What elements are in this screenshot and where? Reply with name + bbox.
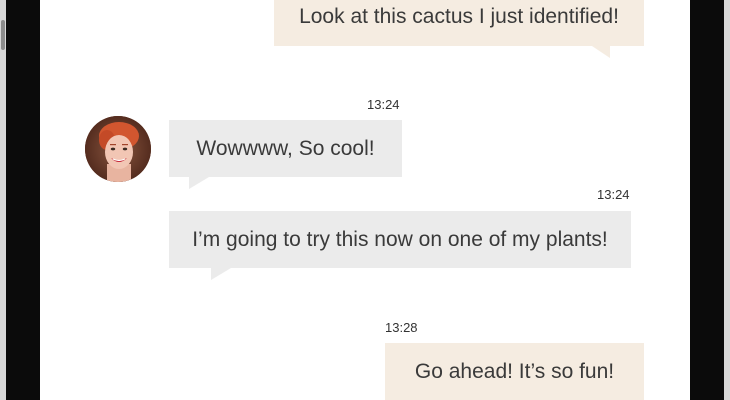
message-bubble-outgoing: Go ahead! It’s so fun! (385, 343, 644, 400)
avatar-photo-icon (85, 116, 151, 182)
message-text: I’m going to try this now on one of my p… (192, 227, 608, 251)
chat-screen (40, 0, 690, 400)
message-text: Go ahead! It’s so fun! (414, 359, 615, 383)
bubble-tail-incoming (211, 268, 231, 280)
phone-bezel-right (690, 0, 724, 400)
message-timestamp: 13:24 (367, 97, 400, 112)
message-bubble-outgoing: Look at this cactus I just identified! (274, 0, 644, 46)
message-text: Wowwww, So cool! (196, 136, 375, 160)
phone-bezel-left (6, 0, 40, 400)
bubble-tail-incoming (189, 177, 209, 189)
message-bubble-incoming: Wowwww, So cool! (169, 120, 402, 177)
message-text: Look at this cactus I just identified! (299, 5, 619, 28)
message-timestamp: 13:24 (597, 187, 630, 202)
phone-side-button (1, 20, 5, 50)
message-bubble-incoming: I’m going to try this now on one of my p… (169, 211, 631, 268)
message-timestamp: 13:28 (385, 320, 418, 335)
phone-frame-right (724, 0, 730, 400)
contact-avatar[interactable] (85, 116, 151, 182)
bubble-tail-outgoing (592, 46, 610, 58)
phone-device: Look at this cactus I just identified! 1… (0, 0, 730, 400)
